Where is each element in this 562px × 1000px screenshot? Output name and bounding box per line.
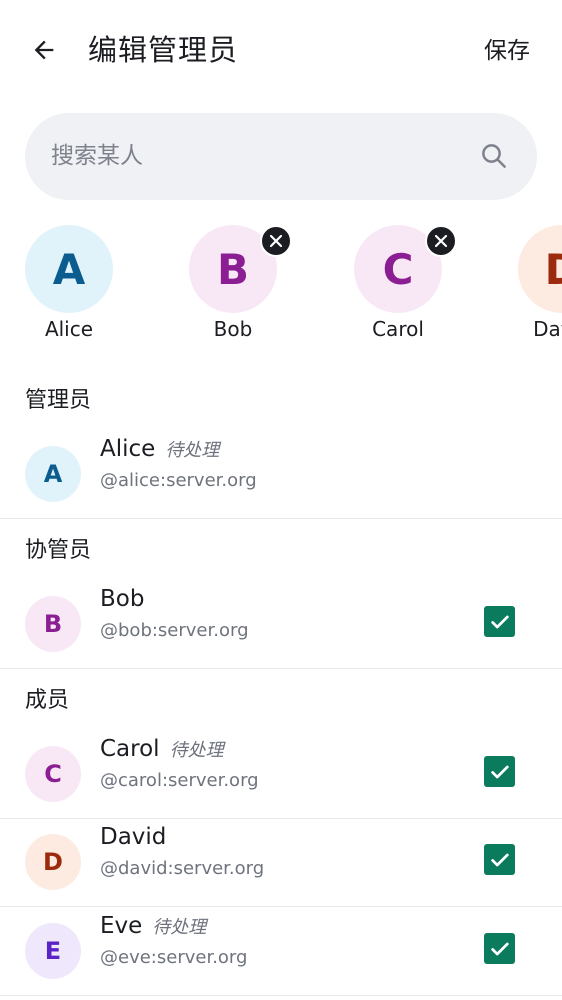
close-icon xyxy=(434,234,448,248)
selected-user-chip[interactable]: D David xyxy=(511,225,562,345)
user-row[interactable]: A Alice 待处理 @alice:server.org xyxy=(0,432,562,520)
section-header-admins: 管理员 xyxy=(25,388,92,413)
divider xyxy=(0,518,562,519)
page-title: 编辑管理员 xyxy=(88,33,239,67)
divider xyxy=(0,818,562,819)
user-row[interactable]: B Bob @bob:server.org xyxy=(0,582,562,670)
pending-label: 待处理 xyxy=(165,440,220,461)
pending-label: 待处理 xyxy=(152,917,207,938)
user-name: Bob xyxy=(100,586,145,612)
avatar: D xyxy=(25,834,81,890)
top-app-bar: 编辑管理员 保存 xyxy=(0,0,562,104)
moderator-checkbox[interactable] xyxy=(484,606,515,637)
user-row[interactable]: D David @david:server.org xyxy=(0,820,562,908)
divider xyxy=(0,668,562,669)
avatar: D xyxy=(518,225,562,313)
selected-user-chip[interactable]: C Carol xyxy=(347,225,457,345)
remove-user-button[interactable] xyxy=(425,225,457,257)
avatar: B xyxy=(25,596,81,652)
user-handle: @carol:server.org xyxy=(100,770,259,791)
section-header-moderators: 协管员 xyxy=(25,538,92,563)
avatar: A xyxy=(25,446,81,502)
divider xyxy=(0,995,562,996)
pending-label: 待处理 xyxy=(169,740,224,761)
user-handle: @bob:server.org xyxy=(100,620,249,641)
checkmark-icon xyxy=(490,942,509,955)
search-placeholder: 搜索某人 xyxy=(51,143,143,169)
moderator-checkbox[interactable] xyxy=(484,933,515,964)
user-handle: @david:server.org xyxy=(100,858,265,879)
moderator-checkbox[interactable] xyxy=(484,756,515,787)
save-button[interactable]: 保存 xyxy=(484,34,530,68)
section-header-members: 成员 xyxy=(25,688,70,713)
selected-user-name: Alice xyxy=(44,317,94,341)
selected-user-name: Carol xyxy=(372,317,424,341)
user-handle: @alice:server.org xyxy=(100,470,257,491)
moderator-checkbox[interactable] xyxy=(484,844,515,875)
user-name: Alice xyxy=(100,436,156,462)
back-button[interactable] xyxy=(24,30,64,70)
search-field[interactable]: 搜索某人 xyxy=(25,113,537,200)
selected-users-row: A Alice B Bob C Carol D David xyxy=(0,222,562,352)
selected-user-name: Bob xyxy=(213,317,253,341)
arrow-left-icon xyxy=(34,40,54,60)
user-name: Carol xyxy=(100,736,160,762)
avatar: E xyxy=(25,923,81,979)
close-icon xyxy=(269,234,283,248)
checkmark-icon xyxy=(490,765,509,778)
selected-user-chip[interactable]: A Alice xyxy=(18,225,118,345)
selected-user-chip[interactable]: B Bob xyxy=(182,225,292,345)
avatar: A xyxy=(25,225,113,313)
checkmark-icon xyxy=(490,853,509,866)
user-row[interactable]: C Carol 待处理 @carol:server.org xyxy=(0,732,562,820)
user-row[interactable]: E Eve 待处理 @eve:server.org xyxy=(0,909,562,997)
divider xyxy=(0,906,562,907)
user-handle: @eve:server.org xyxy=(100,947,248,968)
avatar: C xyxy=(25,746,81,802)
user-name: David xyxy=(100,824,167,850)
search-icon xyxy=(482,144,506,168)
user-name: Eve xyxy=(100,913,143,939)
checkmark-icon xyxy=(490,615,509,628)
selected-user-name: David xyxy=(533,317,562,341)
remove-user-button[interactable] xyxy=(260,225,292,257)
